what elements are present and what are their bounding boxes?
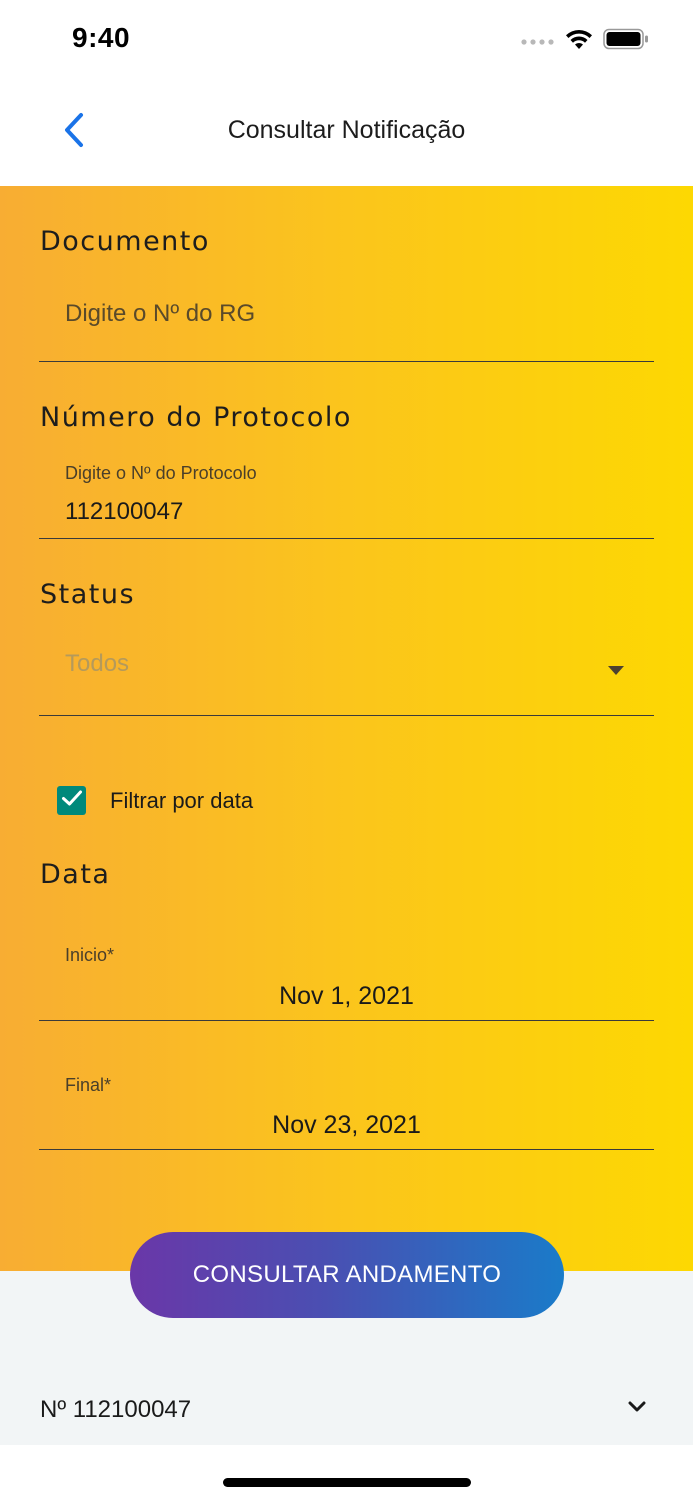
filtrar-data-label: Filtrar por data	[110, 788, 254, 813]
protocolo-input[interactable]	[65, 498, 644, 526]
inicio-date-field[interactable]: Inicio* Nov 1, 2021	[39, 938, 654, 1021]
navigation-bar: Consultar Notificação	[0, 80, 693, 186]
chevron-down-icon	[627, 1400, 647, 1419]
inicio-floating-label: Inicio*	[65, 945, 115, 965]
search-form: Documento Número do Protocolo Digite o N…	[0, 186, 693, 1271]
final-floating-label: Final*	[65, 1075, 112, 1095]
protocolo-label: Número do Protocolo	[40, 402, 352, 433]
dropdown-caret-icon	[608, 666, 624, 675]
protocolo-field: Digite o Nº do Protocolo	[39, 456, 654, 539]
page-title: Consultar Notificação	[227, 116, 466, 144]
inicio-date-value: Nov 1, 2021	[279, 982, 414, 1010]
status-time: 9:40	[72, 22, 131, 53]
status-label: Status	[40, 579, 136, 610]
final-date-field[interactable]: Final* Nov 23, 2021	[39, 1068, 654, 1150]
rg-input[interactable]	[65, 300, 644, 328]
status-icons	[521, 28, 649, 55]
documento-label: Documento	[40, 226, 210, 257]
final-date-value: Nov 23, 2021	[272, 1111, 421, 1139]
result-row[interactable]: Nº 112100047	[0, 1376, 693, 1442]
wifi-icon	[565, 28, 593, 55]
status-bar: 9:40	[0, 0, 693, 80]
rg-field	[39, 278, 654, 362]
cellular-signal-icon	[521, 33, 555, 51]
filtrar-data-checkbox[interactable]	[57, 786, 86, 815]
result-protocol-label: Nº 112100047	[40, 1396, 192, 1423]
protocolo-floating-label: Digite o Nº do Protocolo	[65, 463, 257, 483]
status-select[interactable]: Todos	[39, 636, 654, 716]
data-label: Data	[40, 859, 111, 890]
status-selected-value: Todos	[65, 650, 130, 677]
checkmark-icon	[61, 789, 83, 812]
home-indicator	[223, 1478, 471, 1487]
consultar-andamento-button[interactable]: CONSULTAR ANDAMENTO	[130, 1232, 564, 1318]
battery-icon	[603, 28, 649, 55]
